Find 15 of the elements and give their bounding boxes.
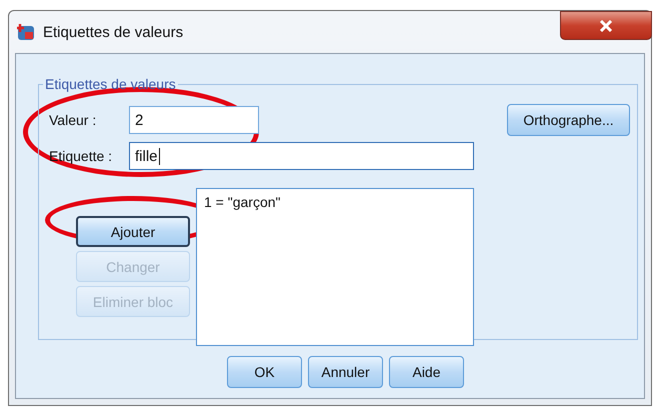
field-label: Valeur : bbox=[49, 112, 98, 128]
spelling-button[interactable]: Orthographe... bbox=[507, 104, 630, 136]
close-icon bbox=[598, 20, 614, 32]
dialog-button[interactable]: Annuler bbox=[308, 356, 383, 388]
close-button[interactable] bbox=[560, 11, 652, 40]
side-button[interactable]: Ajouter bbox=[76, 216, 190, 247]
table-icon bbox=[17, 23, 35, 41]
labels-list[interactable]: 1 = "garçon" bbox=[196, 188, 474, 346]
list-item[interactable]: 1 = "garçon" bbox=[204, 194, 466, 210]
field-label: Etiquette : bbox=[49, 148, 114, 164]
dialog-button[interactable]: Aide bbox=[389, 356, 464, 388]
text-field[interactable]: fille bbox=[129, 142, 474, 170]
window-title: Etiquettes de valeurs bbox=[43, 24, 184, 40]
text-field[interactable]: 2 bbox=[129, 106, 259, 134]
dialog-button[interactable]: OK bbox=[227, 356, 302, 388]
